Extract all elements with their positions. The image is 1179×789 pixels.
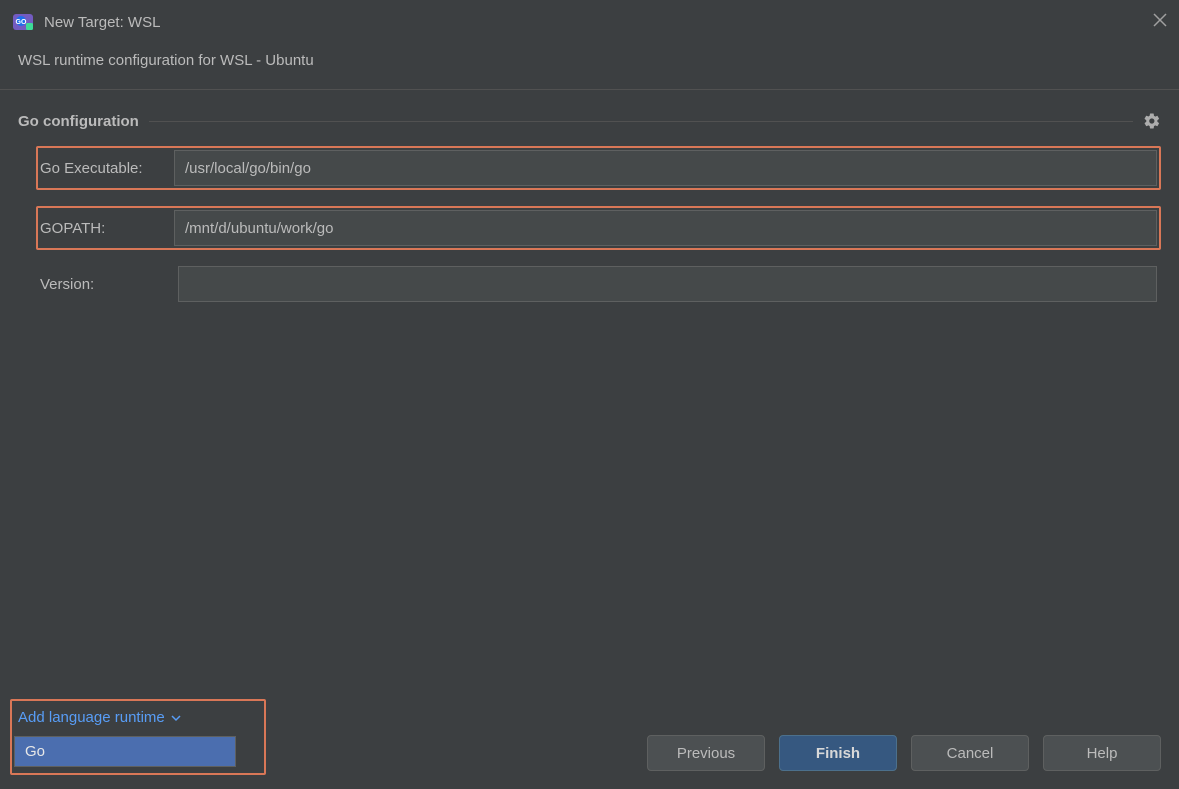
titlebar: GO New Target: WSL (0, 0, 1179, 44)
add-language-runtime-label: Add language runtime (18, 709, 165, 726)
gopath-row-highlight: GOPATH: (36, 206, 1161, 250)
dialog-buttons: Previous Finish Cancel Help (18, 735, 1161, 771)
previous-button[interactable]: Previous (647, 735, 765, 771)
app-icon: GO (12, 11, 34, 33)
go-executable-input[interactable] (174, 150, 1157, 186)
go-executable-row-highlight: Go Executable: (36, 146, 1161, 190)
gear-icon[interactable] (1143, 112, 1161, 130)
gopath-input[interactable] (174, 210, 1157, 246)
svg-text:GO: GO (16, 19, 27, 26)
version-input[interactable] (178, 266, 1157, 302)
section-rule (149, 121, 1133, 122)
chevron-down-icon (170, 712, 182, 724)
window-title: New Target: WSL (44, 14, 160, 31)
gopath-label: GOPATH: (40, 220, 174, 237)
help-button[interactable]: Help (1043, 735, 1161, 771)
window-subtitle: WSL runtime configuration for WSL - Ubun… (0, 44, 1179, 89)
finish-button[interactable]: Finish (779, 735, 897, 771)
close-icon[interactable] (1153, 13, 1167, 32)
version-label: Version: (40, 276, 178, 293)
cancel-button[interactable]: Cancel (911, 735, 1029, 771)
add-language-runtime-link[interactable]: Add language runtime (14, 703, 186, 734)
go-configuration-section: Go configuration Go Executable: GOPATH: … (0, 90, 1179, 302)
section-title: Go configuration (18, 113, 139, 130)
go-executable-label: Go Executable: (40, 160, 174, 177)
